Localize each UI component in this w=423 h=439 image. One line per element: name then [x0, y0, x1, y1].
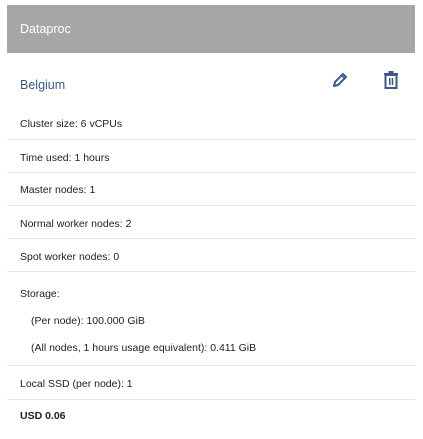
estimate-card: Dataproc Belgium Cluster size: 6 vCPUs T…: [0, 0, 423, 439]
spot-workers-row: Spot worker nodes: 0: [7, 239, 415, 272]
local-ssd-text: Local SSD (per node): 1: [20, 378, 133, 390]
total-cost: USD 0.06: [20, 410, 66, 422]
time-used-row: Time used: 1 hours: [7, 140, 415, 173]
local-ssd-row: Local SSD (per node): 1: [7, 366, 415, 400]
storage-label: Storage:: [20, 288, 60, 300]
edit-button[interactable]: [330, 70, 350, 90]
cluster-size-text: Cluster size: 6 vCPUs: [20, 118, 123, 130]
cluster-size-row: Cluster size: 6 vCPUs: [7, 105, 415, 140]
card-header: Dataproc: [7, 5, 415, 53]
card-title: Dataproc: [20, 22, 71, 36]
region-label: Belgium: [20, 78, 66, 92]
master-nodes-text: Master nodes: 1: [20, 184, 96, 196]
delete-button[interactable]: [381, 70, 401, 90]
spot-workers-text: Spot worker nodes: 0: [20, 251, 120, 263]
storage-all-nodes: (All nodes, 1 hours usage equivalent): 0…: [31, 342, 257, 354]
normal-workers-row: Normal worker nodes: 2: [7, 206, 415, 239]
master-nodes-row: Master nodes: 1: [7, 173, 415, 206]
storage-per-node: (Per node): 100.000 GiB: [31, 315, 145, 327]
normal-workers-text: Normal worker nodes: 2: [20, 218, 132, 230]
time-used-text: Time used: 1 hours: [20, 152, 110, 164]
storage-row: Storage: (Per node): 100.000 GiB (All no…: [7, 272, 415, 366]
pencil-icon: [333, 73, 347, 87]
trash-icon: [384, 71, 398, 89]
total-row: USD 0.06: [7, 400, 415, 432]
